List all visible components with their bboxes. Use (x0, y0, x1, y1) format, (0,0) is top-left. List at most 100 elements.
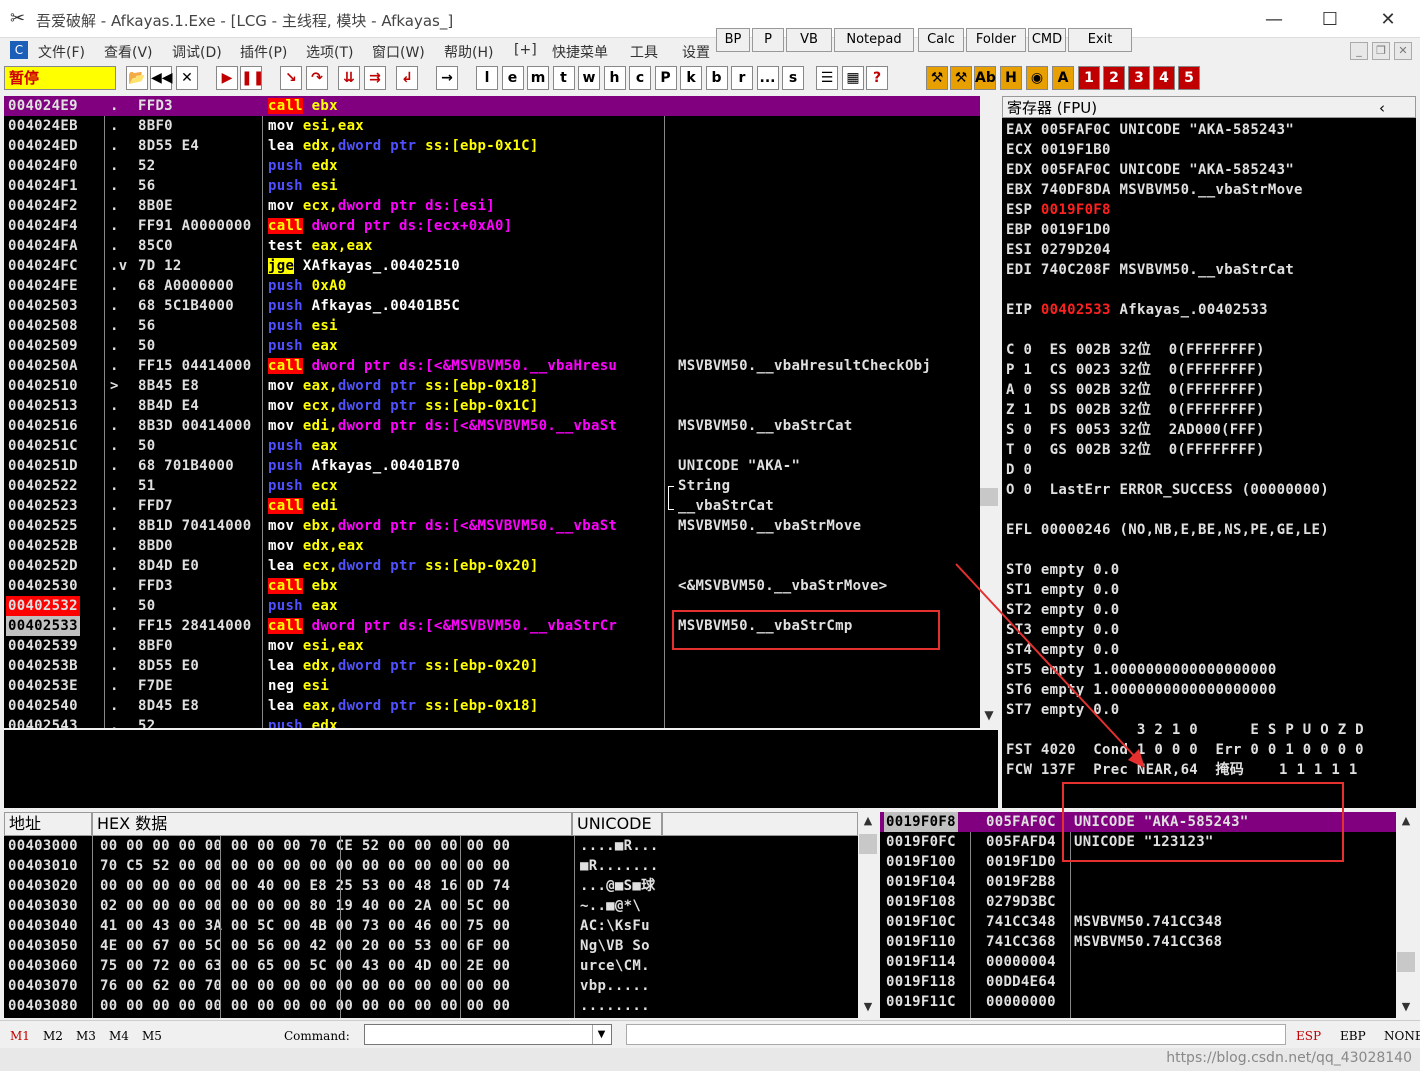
bookmark-button-3[interactable]: 3 (1128, 66, 1150, 90)
stack-row[interactable]: 0019F114 00000004 (880, 952, 1396, 972)
list-icon[interactable]: ☰ (816, 66, 838, 90)
disasm-row[interactable]: 004024F4. FF91 A0000000 call dword ptr ds:… (4, 216, 980, 236)
memory-tab-m4[interactable]: M4 (109, 1029, 129, 1043)
plugin-a-icon[interactable]: ⚒ (926, 66, 948, 90)
quick-button-cmd[interactable]: CMD (1028, 28, 1066, 52)
step-over-icon[interactable]: ↷ (306, 66, 328, 90)
dump-row[interactable]: 00403000 00 00 00 00 00 00 00 00 70 CE 52… (4, 836, 858, 856)
disasm-row[interactable]: 00402510 >8B45 E8 mov eax,dword ptr ss:[eb… (4, 376, 980, 396)
register-line[interactable]: ECX 0019F1B0 (1006, 140, 1416, 160)
plugin-hbp-icon[interactable]: H (1000, 66, 1022, 90)
goto-icon[interactable]: → (436, 66, 458, 90)
menu-item[interactable]: 查看(V) (104, 42, 153, 62)
register-line[interactable]: EFL 00000246 (NO,NB,E,BE,NS,PE,GE,LE) (1006, 520, 1416, 540)
pause-icon[interactable]: ❚❚ (240, 66, 264, 90)
register-line[interactable]: A 0 SS 002B 32位 0(FFFFFFFF) (1006, 380, 1416, 400)
window-button-l[interactable]: l (476, 66, 498, 90)
dump-row[interactable]: 00403070 76 00 62 00 70 00 00 00 00 00 00… (4, 976, 858, 996)
menu-item[interactable]: 选项(T) (306, 42, 353, 62)
menu-item[interactable]: [+] (514, 42, 537, 58)
disasm-row[interactable]: 00402523. FFD7 call edi __vbaStrCat (4, 496, 980, 516)
dump-row[interactable]: 00403040 41 00 43 00 3A 00 5C 00 4B 00 73… (4, 916, 858, 936)
window-button-c[interactable]: c (629, 66, 651, 90)
register-line[interactable] (1006, 320, 1416, 340)
register-line[interactable] (1006, 280, 1416, 300)
quick-button-p[interactable]: P (752, 28, 784, 52)
register-line[interactable]: S 0 FS 0053 32位 2AD000(FFF) (1006, 420, 1416, 440)
disasm-row[interactable]: 004024F2. 8B0E mov ecx,dword ptr ds:[esi] (4, 196, 980, 216)
disasm-row[interactable]: 00402509. 50 push eax (4, 336, 980, 356)
grid-icon[interactable]: ▦ (842, 66, 864, 90)
menu-item[interactable]: 文件(F) (38, 42, 85, 62)
disasm-row[interactable]: 00402525. 8B1D 70414000 mov ebx,dword ptr … (4, 516, 980, 536)
memory-tab-m2[interactable]: M2 (43, 1029, 63, 1043)
close-debug-icon[interactable]: ✕ (176, 66, 198, 90)
register-line[interactable]: T 0 GS 002B 32位 0(FFFFFFFF) (1006, 440, 1416, 460)
window-button-s[interactable]: s (782, 66, 804, 90)
stack-row[interactable]: 0019F118 00DD4E64 (880, 972, 1396, 992)
quick-button-exit[interactable]: Exit (1068, 28, 1132, 52)
plugin-asm-icon[interactable]: A (1052, 66, 1074, 90)
menu-item[interactable]: 设置 (682, 42, 710, 62)
menu-item[interactable]: 工具 (630, 42, 658, 62)
dump-row[interactable]: 00403050 4E 00 67 00 5C 00 56 00 42 00 20… (4, 936, 858, 956)
menu-item[interactable]: 窗口(W) (372, 42, 425, 62)
mdi-close-button[interactable]: ✕ (1394, 42, 1412, 60)
hex-dump-pane[interactable]: 00403000 00 00 00 00 00 00 00 00 70 CE 52… (4, 836, 858, 1018)
register-line[interactable]: O 0 LastErr ERROR_SUCCESS (00000000) (1006, 480, 1416, 500)
window-button-t[interactable]: t (552, 66, 575, 90)
window-button-e[interactable]: e (501, 66, 524, 90)
bookmark-button-2[interactable]: 2 (1103, 66, 1125, 90)
register-line[interactable]: P 1 CS 0023 32位 0(FFFFFFFF) (1006, 360, 1416, 380)
register-line[interactable]: ESP 0019F0F8 (1006, 200, 1416, 220)
disasm-row[interactable]: 0040251D. 68 701B4000 push Afkayas_.00401B… (4, 456, 980, 476)
stack-scrollbar[interactable]: ▲ ▼ (1396, 812, 1416, 1018)
memory-tab-m3[interactable]: M3 (76, 1029, 96, 1043)
plugin-ab-icon[interactable]: Ab (974, 66, 996, 90)
open-icon[interactable]: 📂 (126, 66, 148, 90)
mdi-minimize-button[interactable]: _ (1350, 42, 1368, 60)
disasm-row[interactable]: 0040253E. F7DE neg esi (4, 676, 980, 696)
disasm-row[interactable]: 0040253B. 8D55 E0 lea edx,dword ptr ss:[eb… (4, 656, 980, 676)
disasm-row[interactable]: 004024ED. 8D55 E4 lea edx,dword ptr ss:[eb… (4, 136, 980, 156)
stack-row[interactable]: 0019F11C 00000000 (880, 992, 1396, 1012)
rewind-icon[interactable]: ◀◀ (150, 66, 173, 90)
dump-row[interactable]: 00403020 00 00 00 00 00 00 40 00 E8 25 53… (4, 876, 858, 896)
register-tab-none[interactable]: NONE (1384, 1029, 1420, 1043)
disasm-row[interactable]: 004024F1. 56 push esi (4, 176, 980, 196)
stack-row[interactable]: 0019F108 0279D3BC (880, 892, 1396, 912)
registers-header[interactable]: 寄存器 (FPU) ‹ (1002, 96, 1416, 118)
scroll-down-icon[interactable]: ▼ (859, 1000, 877, 1016)
register-line[interactable] (1006, 500, 1416, 520)
disasm-row[interactable]: 004024FC .v 7D 12 jge XAfkayas_.00402510 (4, 256, 980, 276)
quick-button-bp[interactable]: BP (716, 28, 750, 52)
register-line[interactable]: EAX 005FAF0C UNICODE "AKA-585243" (1006, 120, 1416, 140)
disasm-row[interactable]: 004024E9. FFD3 call ebx (4, 96, 980, 116)
step-into-icon[interactable]: ↘ (280, 66, 302, 90)
quick-button-calc[interactable]: Calc (918, 28, 964, 52)
window-button-h[interactable]: h (603, 66, 626, 90)
stack-row[interactable]: 0019F10C 741CC348 MSVBVM50.741CC348 (880, 912, 1396, 932)
menu-item[interactable]: 插件(P) (240, 42, 287, 62)
bookmark-button-5[interactable]: 5 (1178, 66, 1200, 90)
disasm-row[interactable]: 00402530. FFD3 call ebx <&MSVBVM50.__vbaStr… (4, 576, 980, 596)
bookmark-button-4[interactable]: 4 (1153, 66, 1175, 90)
disasm-row[interactable]: 004024EB. 8BF0 mov esi,eax (4, 116, 980, 136)
command-input[interactable] (364, 1024, 612, 1045)
bookmark-button-1[interactable]: 1 (1078, 66, 1100, 90)
disasm-row[interactable]: 00402513. 8B4D E4 mov ecx,dword ptr ss:[eb… (4, 396, 980, 416)
disasm-row[interactable]: 0040252B. 8BD0 mov edx,eax (4, 536, 980, 556)
dump-header-unicode[interactable]: UNICODE (572, 812, 662, 836)
window-button-k[interactable]: k (680, 66, 702, 90)
window-button-r[interactable]: r (731, 66, 753, 90)
disasm-row[interactable]: 004024FE. 68 A0000000 push 0xA0 (4, 276, 980, 296)
disasm-row[interactable]: 0040251C. 50 push eax (4, 436, 980, 456)
plugin-eye-icon[interactable]: ◉ (1026, 66, 1048, 90)
dump-header-address[interactable]: 地址 (4, 812, 92, 836)
close-button[interactable]: ✕ (1368, 6, 1408, 34)
command-dropdown-icon[interactable]: ▼ (592, 1025, 610, 1044)
dump-row[interactable]: 00403010 70 C5 52 00 00 00 00 00 00 00 00… (4, 856, 858, 876)
plugin-b-icon[interactable]: ⚒ (950, 66, 972, 90)
mdi-restore-button[interactable]: ❐ (1372, 42, 1390, 60)
stack-row[interactable]: 0019F104 0019F2B8 (880, 872, 1396, 892)
